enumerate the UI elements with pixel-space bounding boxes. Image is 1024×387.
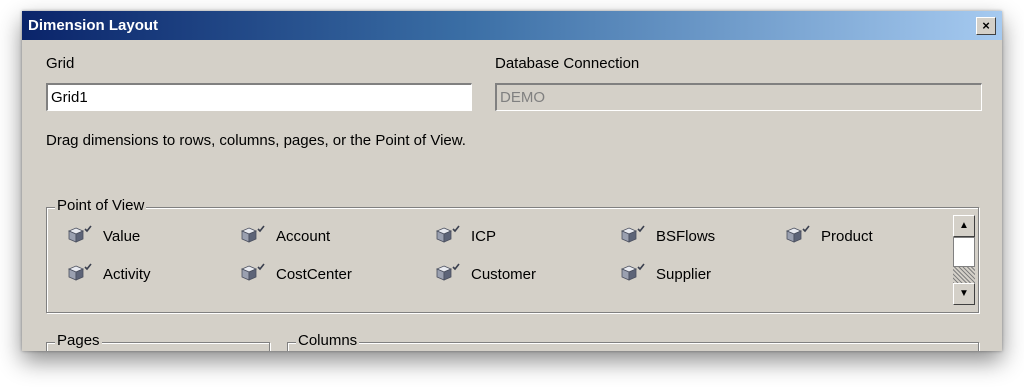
- dimension-label: CostCenter: [276, 265, 352, 283]
- dimension-icon: [240, 263, 265, 281]
- point-of-view-scrollbar[interactable]: ▲ ▼: [953, 215, 975, 305]
- arrow-down-icon: ▼: [959, 288, 969, 299]
- columns-group[interactable]: Columns: [287, 332, 979, 351]
- dimension-supplier[interactable]: Supplier: [620, 263, 711, 285]
- dimension-layout-dialog: Dimension Layout × Grid Database Connect…: [22, 11, 1002, 351]
- pages-title: Pages: [55, 332, 102, 349]
- dimension-icon: [67, 225, 92, 243]
- grid-input[interactable]: [46, 83, 472, 111]
- point-of-view-group[interactable]: Point of View Value Account ICP BSFlows …: [46, 197, 979, 313]
- point-of-view-title: Point of View: [55, 197, 147, 214]
- close-icon: ×: [982, 18, 990, 33]
- dimension-account[interactable]: Account: [240, 225, 330, 247]
- dimension-label: Supplier: [656, 265, 712, 283]
- close-button[interactable]: ×: [976, 17, 996, 35]
- dimension-icon: [435, 225, 460, 243]
- dimension-bsflows[interactable]: BSFlows: [620, 225, 715, 247]
- dimension-label: Value: [103, 227, 141, 245]
- window-title: Dimension Layout: [28, 17, 159, 34]
- dimension-label: Activity: [103, 265, 151, 283]
- arrow-up-icon: ▲: [959, 220, 969, 231]
- database-connection-label: Database Connection: [495, 55, 640, 72]
- scroll-down-button[interactable]: ▼: [953, 283, 975, 305]
- dimension-label: Account: [276, 227, 331, 245]
- dimension-label: Product: [821, 227, 873, 245]
- columns-title: Columns: [296, 332, 360, 349]
- dimension-icon: [67, 263, 92, 281]
- grid-label: Grid: [46, 55, 75, 72]
- dimension-icp[interactable]: ICP: [435, 225, 496, 247]
- dimension-product[interactable]: Product: [785, 225, 873, 247]
- dimension-icon: [435, 263, 460, 281]
- dimension-icon: [620, 263, 645, 281]
- pages-group[interactable]: Pages: [46, 332, 270, 351]
- dimension-label: Customer: [471, 265, 537, 283]
- dimension-icon: [785, 225, 810, 243]
- instructions-text: Drag dimensions to rows, columns, pages,…: [46, 132, 466, 149]
- dimension-icon: [620, 225, 645, 243]
- dimension-icon: [240, 225, 265, 243]
- database-connection-field: [495, 83, 982, 111]
- dimension-value[interactable]: Value: [67, 225, 140, 247]
- scroll-track[interactable]: [953, 267, 975, 283]
- dimension-label: BSFlows: [656, 227, 716, 245]
- dimension-customer[interactable]: Customer: [435, 263, 536, 285]
- title-bar[interactable]: Dimension Layout ×: [22, 11, 1002, 40]
- dimension-label: ICP: [471, 227, 497, 245]
- dimension-activity[interactable]: Activity: [67, 263, 151, 285]
- scroll-up-button[interactable]: ▲: [953, 215, 975, 237]
- dimension-costcenter[interactable]: CostCenter: [240, 263, 352, 285]
- scroll-thumb[interactable]: [953, 237, 975, 267]
